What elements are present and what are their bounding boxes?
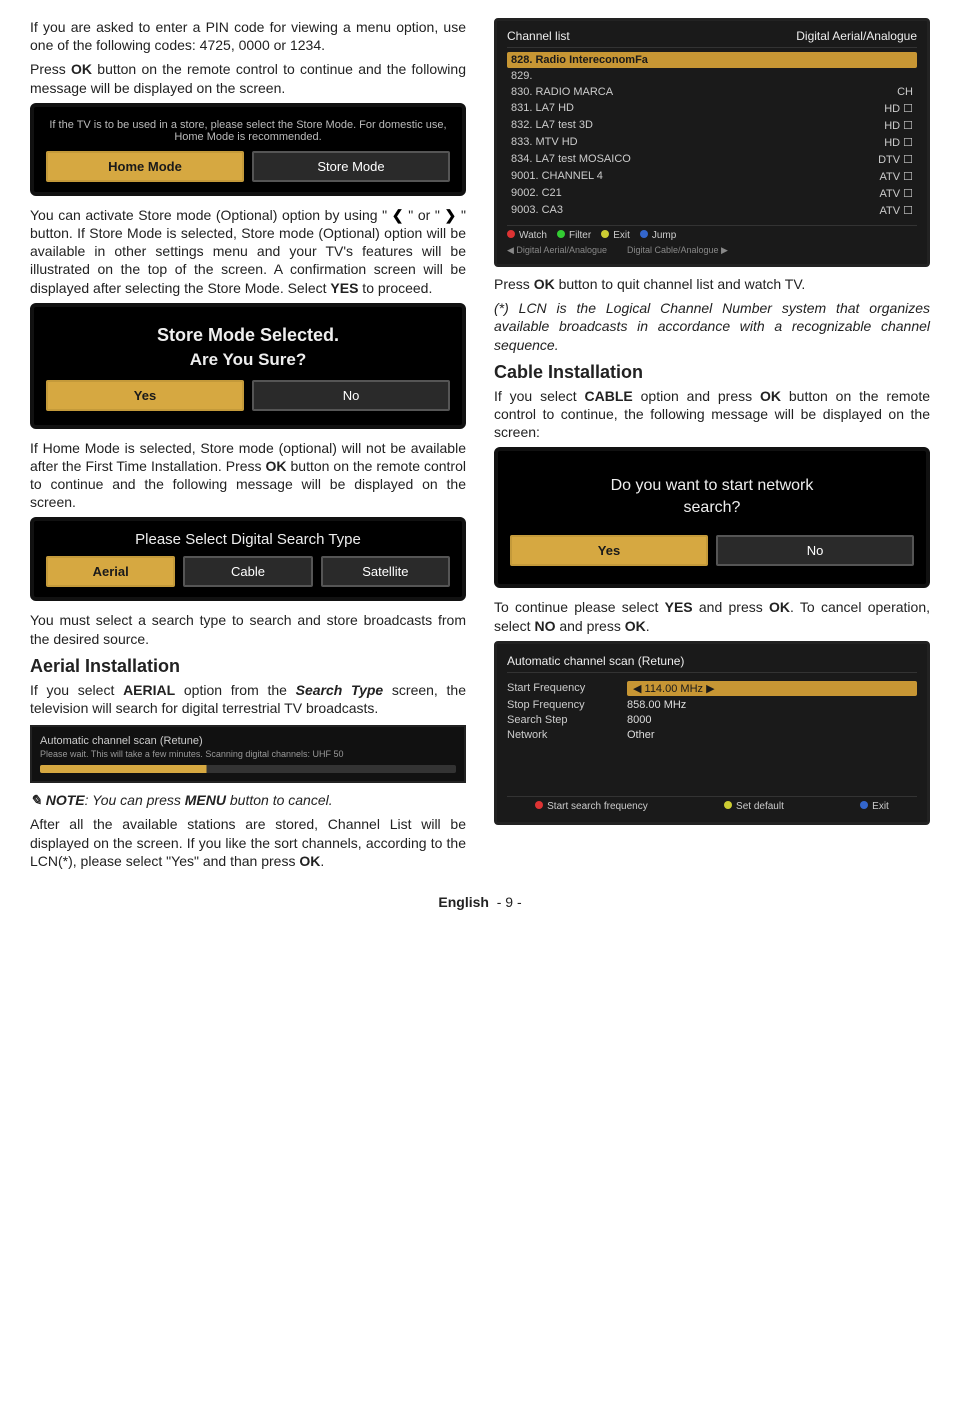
- cl-exit-button[interactable]: Exit: [613, 230, 630, 241]
- channel-row[interactable]: 829.: [507, 68, 917, 84]
- store-mode-hint-dialog: If the TV is to be used in a store, plea…: [30, 103, 466, 196]
- channel-list-title: Channel list: [507, 29, 570, 43]
- channel-row[interactable]: 831. LA7 HDHD ☐: [507, 100, 917, 117]
- scan-subtitle: Please wait. This will take a few minute…: [40, 749, 456, 759]
- retune-form-title: Automatic channel scan (Retune): [507, 654, 917, 673]
- form-start-search[interactable]: Start search frequency: [547, 801, 648, 812]
- network-search-dialog: Do you want to start network search? Yes…: [494, 447, 930, 588]
- cl-watch-button[interactable]: Watch: [519, 230, 547, 241]
- satellite-button[interactable]: Satellite: [321, 556, 450, 587]
- home-mode-paragraph: If Home Mode is selected, Store mode (op…: [30, 439, 466, 512]
- dialog-subtitle: Are You Sure?: [46, 350, 450, 370]
- network-search-line2: search?: [510, 499, 914, 517]
- dialog-yes-button[interactable]: Yes: [46, 380, 244, 411]
- right-arrow-icon: ❯: [444, 206, 456, 218]
- search-type-paragraph: You must select a search type to search …: [30, 611, 466, 647]
- left-column: If you are asked to enter a PIN code for…: [30, 18, 466, 876]
- continue-paragraph: To continue please select YES and press …: [494, 598, 930, 634]
- cable-paragraph: If you select CABLE option and press OK …: [494, 387, 930, 442]
- channel-row[interactable]: 9002. C21ATV ☐: [507, 185, 917, 202]
- form-row[interactable]: NetworkOther: [507, 729, 917, 741]
- cancel-note: NOTE: You can press MENU button to cance…: [30, 791, 466, 809]
- home-mode-button[interactable]: Home Mode: [46, 151, 244, 182]
- retune-form-screenshot: Automatic channel scan (Retune) Start Fr…: [494, 641, 930, 825]
- channel-row[interactable]: 834. LA7 test MOSAICODTV ☐: [507, 151, 917, 168]
- aerial-installation-heading: Aerial Installation: [30, 656, 466, 677]
- dialog-no-button[interactable]: No: [252, 380, 450, 411]
- cl-jump-button[interactable]: Jump: [652, 230, 676, 241]
- store-mode-description: You can activate Store mode (Optional) o…: [30, 206, 466, 297]
- network-yes-button[interactable]: Yes: [510, 535, 708, 566]
- quit-channel-list-paragraph: Press OK button to quit channel list and…: [494, 275, 930, 293]
- store-mode-hint-text: If the TV is to be used in a store, plea…: [46, 119, 450, 143]
- lcn-note: (*) LCN is the Logical Channel Number sy…: [494, 299, 930, 354]
- store-mode-confirm-dialog: Store Mode Selected. Are You Sure? Yes N…: [30, 303, 466, 429]
- pin-paragraph: If you are asked to enter a PIN code for…: [30, 18, 466, 54]
- form-exit[interactable]: Exit: [872, 801, 889, 812]
- form-row[interactable]: Search Step8000: [507, 714, 917, 726]
- scan-title: Automatic channel scan (Retune): [40, 735, 456, 747]
- aerial-button[interactable]: Aerial: [46, 556, 175, 587]
- channel-row[interactable]: 828. Radio IntereconomFa: [507, 52, 917, 68]
- search-type-title: Please Select Digital Search Type: [46, 531, 450, 548]
- search-type-dialog: Please Select Digital Search Type Aerial…: [30, 517, 466, 601]
- cl-filter-button[interactable]: Filter: [569, 230, 591, 241]
- channel-list-paragraph: After all the available stations are sto…: [30, 815, 466, 870]
- form-row[interactable]: Start Frequency◀ 114.00 MHz ▶: [507, 681, 917, 696]
- channel-row[interactable]: 833. MTV HDHD ☐: [507, 134, 917, 151]
- page-footer: English - 9 -: [30, 894, 930, 910]
- press-ok-paragraph-1: Press OK button on the remote control to…: [30, 60, 466, 96]
- network-search-line1: Do you want to start network: [510, 477, 914, 495]
- right-column: Channel list Digital Aerial/Analogue 828…: [494, 18, 930, 876]
- left-arrow-icon: ❮: [392, 206, 404, 218]
- dialog-title: Store Mode Selected.: [46, 325, 450, 346]
- form-set-default[interactable]: Set default: [736, 801, 784, 812]
- cable-button[interactable]: Cable: [183, 556, 312, 587]
- cable-installation-heading: Cable Installation: [494, 362, 930, 383]
- channel-row[interactable]: 832. LA7 test 3DHD ☐: [507, 117, 917, 134]
- network-no-button[interactable]: No: [716, 535, 914, 566]
- channel-row[interactable]: 9001. CHANNEL 4ATV ☐: [507, 168, 917, 185]
- scan-progress-bar: [40, 765, 456, 773]
- channel-row[interactable]: 9003. CA3ATV ☐: [507, 202, 917, 219]
- form-row[interactable]: Stop Frequency858.00 MHz: [507, 699, 917, 711]
- note-icon: [30, 792, 46, 808]
- automatic-scan-box: Automatic channel scan (Retune) Please w…: [30, 725, 466, 783]
- aerial-paragraph: If you select AERIAL option from the Sea…: [30, 681, 466, 717]
- store-mode-button[interactable]: Store Mode: [252, 151, 450, 182]
- channel-list-screenshot: Channel list Digital Aerial/Analogue 828…: [494, 18, 930, 267]
- channel-row[interactable]: 830. RADIO MARCACH: [507, 84, 917, 100]
- channel-list-mode: Digital Aerial/Analogue: [796, 29, 917, 43]
